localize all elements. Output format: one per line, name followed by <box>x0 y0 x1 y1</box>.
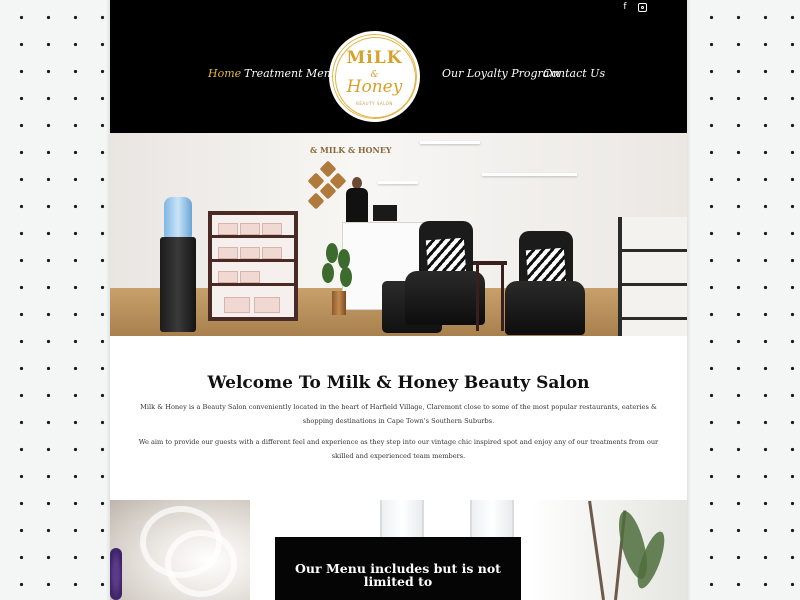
shelf-row <box>622 317 687 320</box>
shelf-row <box>212 283 294 286</box>
hero-wall-sign: & MILK & HONEY <box>310 145 392 155</box>
menu-heading: Our Menu includes but is not limited to <box>295 561 501 589</box>
product <box>218 223 238 235</box>
person-torso <box>346 188 368 224</box>
product <box>254 297 280 313</box>
chevron-pillow <box>425 237 467 275</box>
site-logo[interactable]: MiLK & Honey BEAUTY SALON <box>329 31 420 122</box>
wall-shelf <box>378 181 418 184</box>
social-links: f <box>621 2 647 12</box>
logo-text-milk: MiLK <box>346 48 403 68</box>
page-container: f Home Treatment Menu MiLK & Honey BEAUT… <box>110 0 687 600</box>
product <box>240 271 260 283</box>
towel-fold <box>165 530 237 597</box>
instagram-icon[interactable] <box>638 3 647 12</box>
facebook-icon[interactable]: f <box>621 2 629 12</box>
table-leg <box>476 265 479 331</box>
product <box>262 247 282 259</box>
product <box>240 247 260 259</box>
glass-bottles-image <box>370 500 530 540</box>
leaf <box>326 243 338 263</box>
product <box>218 271 238 283</box>
chair-seat <box>505 281 585 335</box>
wall-shelf <box>482 173 577 176</box>
welcome-paragraph-1: Milk & Honey is a Beauty Salon convenien… <box>140 403 657 425</box>
orchid-image <box>530 500 687 600</box>
chevron-pillow <box>525 247 567 285</box>
pedicure-chair-2 <box>505 231 585 336</box>
leaf <box>340 267 352 287</box>
nav-contact-us[interactable]: Contact Us <box>543 67 605 80</box>
leaf <box>322 263 334 283</box>
shelf-row <box>622 249 687 252</box>
hero-image: & MILK & HONEY <box>110 133 687 336</box>
background-dots-left <box>0 0 110 600</box>
wall-shelf <box>420 141 480 144</box>
display-shelf <box>618 217 687 336</box>
logo-text-honey: Honey <box>346 77 403 97</box>
cooler-body <box>160 237 196 332</box>
welcome-section: Welcome To Milk & Honey Beauty Salon Mil… <box>110 336 687 500</box>
glass-bottle <box>470 500 514 540</box>
product <box>218 247 238 259</box>
page-shadow-right <box>687 0 691 600</box>
glass-bottle <box>380 500 424 540</box>
background-dots-right <box>690 0 800 600</box>
product <box>224 297 250 313</box>
menu-section: Our Menu includes but is not limited to <box>110 500 687 600</box>
water-bottle <box>164 197 192 239</box>
product <box>240 223 260 235</box>
product-shelf <box>208 211 298 321</box>
towel-image <box>110 500 250 600</box>
side-table <box>473 261 507 331</box>
table-leg <box>501 265 504 331</box>
nav-home[interactable]: Home <box>208 67 241 80</box>
nav-treatment-menu[interactable]: Treatment Menu <box>244 67 338 80</box>
plant-stem <box>588 500 605 600</box>
logo-tagline: BEAUTY SALON <box>356 101 393 106</box>
lavender-flower <box>110 548 122 600</box>
shelf-row <box>212 235 294 238</box>
potted-plant <box>322 243 356 315</box>
laptop <box>373 205 397 221</box>
receptionist <box>346 177 368 224</box>
leaf <box>338 249 350 269</box>
shelf-row <box>622 283 687 286</box>
welcome-paragraph-2: We aim to provide our guests with a diff… <box>138 438 659 460</box>
site-header: f Home Treatment Menu MiLK & Honey BEAUT… <box>110 0 687 133</box>
welcome-title: Welcome To Milk & Honey Beauty Salon <box>207 373 590 393</box>
product <box>262 223 282 235</box>
menu-heading-box: Our Menu includes but is not limited to <box>275 537 521 600</box>
shelf-row <box>212 259 294 262</box>
water-cooler <box>160 197 196 332</box>
plant-pot <box>332 291 346 315</box>
